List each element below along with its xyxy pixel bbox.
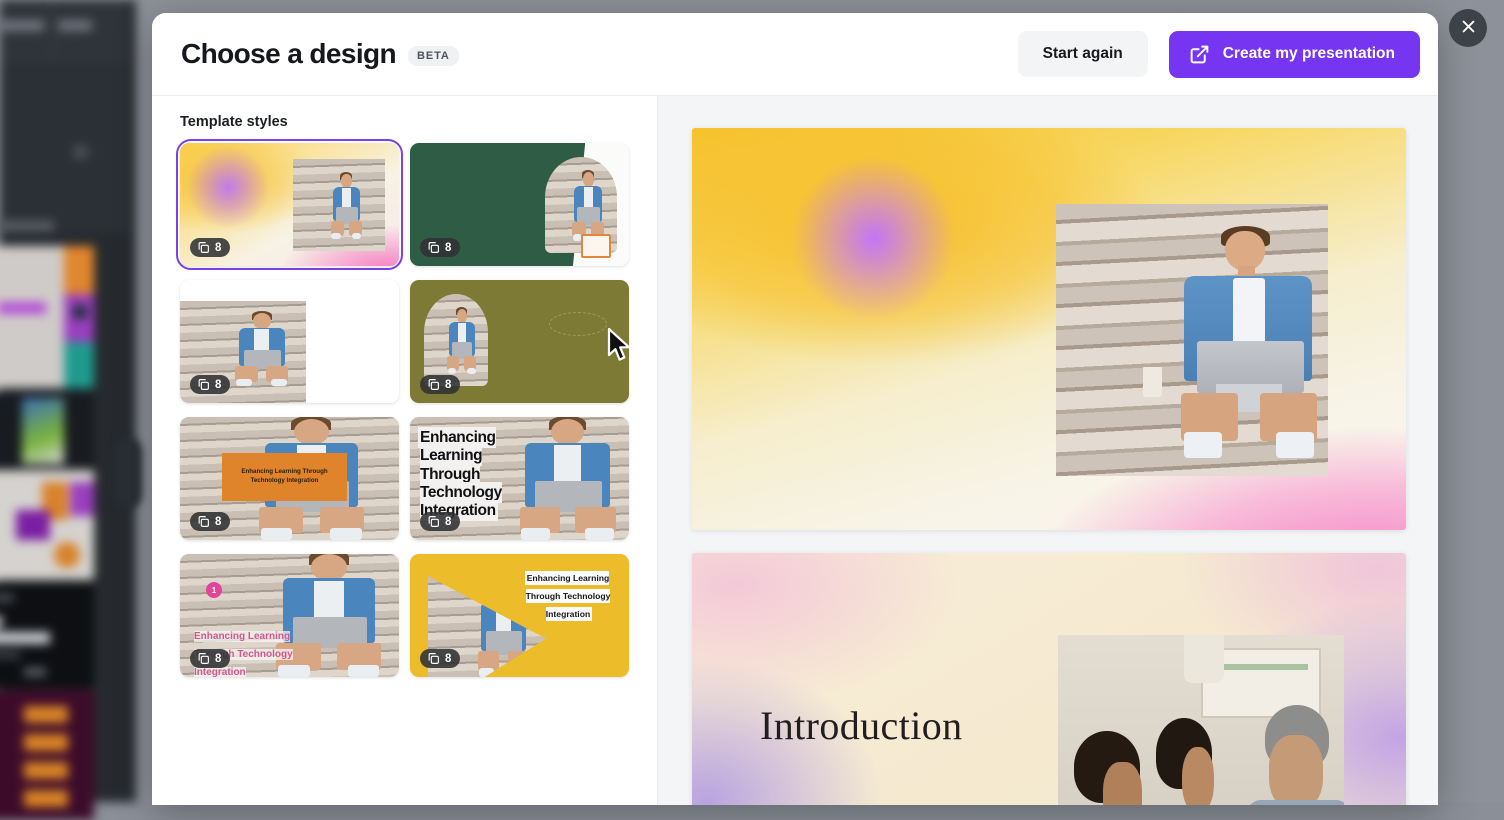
slide-count-value: 8 [215, 242, 221, 254]
slide-count-value: 8 [445, 242, 451, 254]
thumbnail-art: Enhancing Learning Through Technology In… [410, 554, 629, 677]
background-thumbnail-4 [0, 582, 94, 688]
thumbnail-page-number-badge: 1 [206, 582, 222, 598]
slide-count-badge: 8 [420, 649, 460, 668]
slide-count-badge: 8 [190, 238, 230, 257]
background-notch [116, 438, 142, 508]
thumbnail-art: Enhancing Learning Through Technology In… [410, 417, 629, 540]
slide-hero-photo [1056, 204, 1328, 476]
template-thumbnail-olive-arch[interactable]: 8 [410, 280, 629, 403]
template-styles-label: Template styles [180, 114, 631, 130]
start-again-button[interactable]: Start again [1018, 31, 1148, 77]
template-thumbnail-gradient-clover[interactable]: 8 [180, 143, 399, 266]
layers-icon [427, 378, 440, 391]
thumbnail-ellipse-accent [549, 312, 607, 336]
create-button-label: Create my presentation [1223, 45, 1395, 63]
template-thumbnail-pink-serif[interactable]: 1 Enhancing Learning Through Technology … [180, 554, 399, 677]
thumbnail-art: Enhancing Learning Through Technology In… [180, 417, 399, 540]
close-modal-button[interactable] [1449, 9, 1487, 47]
slide-count-value: 8 [215, 379, 221, 391]
slide-title: Introduction [760, 702, 963, 749]
template-thumbnail-dark-green[interactable]: 8 [410, 143, 629, 266]
thumbnail-art: 8 [180, 280, 399, 403]
thumbnail-photo [293, 159, 385, 251]
slide-count-badge: 8 [420, 238, 460, 257]
thumbnail-title: Enhancing Learning Through Technology In… [420, 429, 502, 519]
page-number: 1 [212, 586, 216, 595]
layers-icon [197, 241, 210, 254]
background-app-shell [0, 0, 136, 802]
template-thumbnail-grid: 8 [180, 143, 631, 677]
person-right [1247, 705, 1344, 805]
background-topbar-text [0, 20, 44, 31]
layers-icon [197, 515, 210, 528]
person-center [1144, 718, 1230, 805]
template-styles-pane: Template styles 8 [152, 96, 658, 805]
person-with-laptop [1181, 226, 1317, 465]
background-thumbnail-1 [0, 246, 94, 388]
thumbnail-title-block: Enhancing Learning Through Technology In… [420, 429, 524, 520]
close-icon [1460, 18, 1477, 38]
thumbnail-art: 8 [410, 143, 629, 266]
template-thumbnail-yellow-fan[interactable]: Enhancing Learning Through Technology In… [410, 554, 629, 677]
background-panel-text [0, 221, 54, 231]
background-topbar [0, 0, 130, 62]
header-actions: Start again Create my presentation [1018, 31, 1420, 78]
background-panel-icon [74, 145, 88, 159]
layers-icon [427, 515, 440, 528]
hero-photo-stairs [1056, 204, 1328, 476]
background-thumbnail-2 [0, 392, 94, 470]
thumbnail-art: 1 Enhancing Learning Through Technology … [180, 554, 399, 677]
thumbnail-book-icon [581, 234, 611, 258]
background-thumbnail-5 [0, 690, 94, 820]
preview-slide-introduction[interactable]: Introduction [692, 553, 1406, 805]
slide-count-badge: 8 [420, 375, 460, 394]
template-thumbnail-orange-banner[interactable]: Enhancing Learning Through Technology In… [180, 417, 399, 540]
slide-count-value: 8 [215, 516, 221, 528]
slide-count-value: 8 [215, 653, 221, 665]
modal-body: Template styles 8 [152, 96, 1438, 805]
thumbnail-title: Enhancing Learning Through Technology In… [228, 468, 341, 486]
thumbnail-art: 8 [410, 280, 629, 403]
beta-badge: BETA [408, 46, 459, 66]
thumbnail-art: 8 [180, 143, 399, 266]
background-side-panel [0, 63, 130, 233]
slide-count-badge: 8 [190, 649, 230, 668]
template-thumbnail-bold-overlay[interactable]: Enhancing Learning Through Technology In… [410, 417, 629, 540]
person-left [1058, 731, 1155, 805]
modal-header: Choose a design BETA Start again Create … [152, 13, 1438, 96]
thumbnail-title-block: Enhancing Learning Through Technology In… [517, 568, 619, 622]
background-thumbnail-3 [0, 470, 94, 580]
create-my-presentation-button[interactable]: Create my presentation [1169, 31, 1420, 78]
layers-icon [427, 241, 440, 254]
layers-icon [427, 652, 440, 665]
layers-icon [197, 652, 210, 665]
choose-a-design-modal: Choose a design BETA Start again Create … [152, 13, 1438, 805]
thumbnail-title: Enhancing Learning Through Technology In… [526, 573, 611, 619]
slide-meeting-photo [1058, 635, 1344, 805]
template-thumbnail-white-minimal[interactable]: 8 [180, 280, 399, 403]
slide-count-badge: 8 [190, 375, 230, 394]
slide-count-value: 8 [445, 379, 451, 391]
layers-icon [197, 378, 210, 391]
scroll-fade [152, 739, 657, 805]
thumbnail-photo [424, 294, 488, 386]
slide-count-value: 8 [445, 516, 451, 528]
page-title: Choose a design [181, 38, 396, 70]
background-topbar-text-2 [58, 20, 92, 31]
coffee-cup [1143, 367, 1162, 397]
thumbnail-title-banner: Enhancing Learning Through Technology In… [222, 453, 347, 501]
preview-slide-cover[interactable] [692, 128, 1406, 530]
slide-count-value: 8 [445, 653, 451, 665]
slide-count-badge: 8 [420, 512, 460, 531]
slide-count-badge: 8 [190, 512, 230, 531]
slide-preview-pane[interactable]: Introduction [658, 96, 1438, 805]
title-group: Choose a design BETA [181, 38, 459, 70]
external-link-icon [1189, 44, 1210, 65]
